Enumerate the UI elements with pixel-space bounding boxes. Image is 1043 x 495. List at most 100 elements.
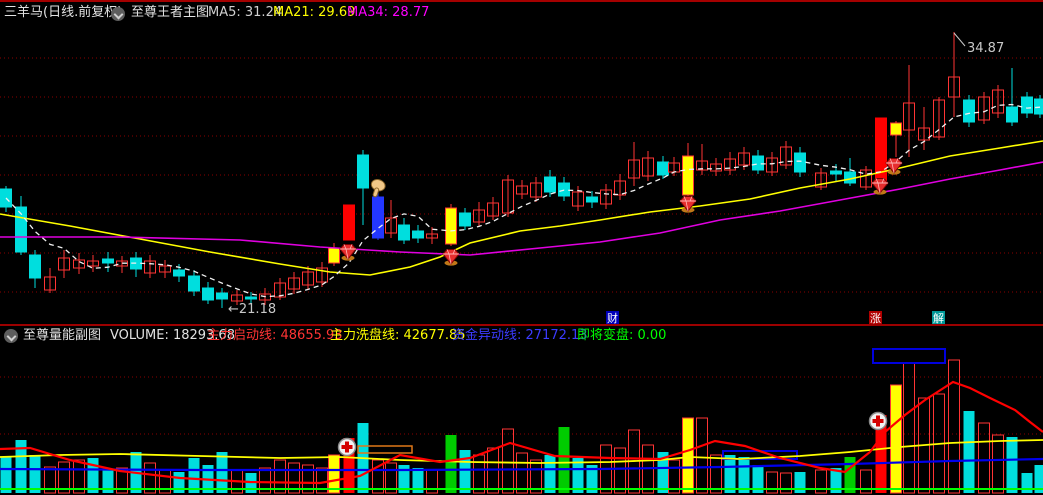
candle [44, 268, 56, 293]
volume-bar [724, 455, 736, 493]
candle [487, 197, 499, 220]
candle [752, 150, 764, 174]
candle [1021, 92, 1033, 118]
chevron-down-icon[interactable] [4, 329, 18, 343]
candle [473, 202, 485, 227]
zijin-yidong-value: 资金异动线: 27172.13 [452, 328, 588, 343]
volume-bar [890, 384, 902, 494]
volume-bar [844, 457, 856, 493]
trading-app-window: 三羊马(日线.前复权) 至尊王者主图 MA5: 31.24 MA21: 29.6… [0, 0, 1043, 495]
sub-chart-header: 至尊量能副图 VOLUME: 18293.68 主力启动线: 48655.93 … [0, 325, 1043, 346]
volume-bar [738, 457, 750, 493]
volume-bar [558, 427, 570, 493]
candle [316, 262, 328, 287]
volume-subchart[interactable] [0, 345, 1043, 495]
volume-bar [502, 428, 514, 494]
low-price-label: ←21.18 [228, 302, 276, 317]
volume-bar [682, 417, 694, 494]
volume-bar [544, 455, 556, 493]
candle [0, 186, 12, 212]
volume-bar [710, 454, 722, 494]
high-pointer-line [953, 32, 966, 47]
candle [15, 196, 27, 255]
candle [696, 144, 708, 175]
volume-bar [459, 450, 471, 493]
candle [385, 200, 397, 238]
candle [724, 152, 736, 175]
candle [600, 184, 612, 209]
candle [288, 272, 300, 294]
jijiang-bianpan-value: 即将变盘: 0.00 [577, 328, 667, 343]
candle [357, 150, 369, 225]
candle [668, 157, 680, 176]
svg-text:解: 解 [933, 311, 944, 324]
candle [710, 158, 722, 176]
candle [890, 121, 902, 157]
candle [343, 204, 355, 241]
blue-marker-box [872, 348, 946, 364]
candle [614, 174, 626, 200]
volume-bar [188, 458, 200, 493]
candle [815, 168, 827, 190]
volume-bar [614, 447, 626, 494]
qidong-line [0, 380, 1043, 485]
event-badge[interactable]: 财 [606, 311, 619, 324]
candle [572, 186, 584, 211]
ma34-value: MA34: 28.77 [347, 5, 430, 20]
zhuli-xipan-value: 主力洗盘线: 42677.85 [330, 328, 466, 343]
buy-cross-icon [337, 437, 357, 457]
volume-bar [963, 411, 975, 493]
volume-bar [445, 435, 457, 493]
volume-bar [696, 417, 708, 494]
candle [159, 260, 171, 278]
volume-bar [473, 454, 485, 494]
candle [445, 204, 457, 246]
candle [978, 92, 990, 124]
gem-icon [679, 196, 697, 213]
candle [963, 95, 975, 127]
volume-bar [903, 362, 915, 494]
candle [130, 252, 142, 277]
candle [398, 218, 410, 244]
candle [530, 177, 542, 202]
hand-icon [370, 179, 386, 198]
candle [794, 147, 806, 177]
candle [558, 177, 570, 201]
gem-icon [871, 178, 889, 195]
event-badge[interactable]: 解 [932, 311, 945, 324]
candle [372, 192, 384, 240]
volume-bar [216, 452, 228, 493]
candle [29, 250, 41, 288]
candle [918, 107, 930, 150]
candle [1034, 95, 1043, 118]
volume-bar [516, 452, 528, 494]
candle [516, 180, 528, 199]
candle [144, 255, 156, 278]
svg-text:涨: 涨 [870, 312, 881, 324]
candle [844, 158, 856, 186]
yidong-line [0, 457, 1043, 472]
main-price-chart[interactable]: 34.87 ←21.18 财 涨 解 [0, 23, 1043, 324]
gem-icon [339, 244, 357, 261]
candle [860, 166, 872, 190]
candle [412, 225, 424, 243]
ma21-value: MA21: 29.69 [273, 5, 356, 20]
ma5-value: MA5: 31.24 [208, 5, 283, 20]
zhuli-qidong-value: 主力启动线: 48655.93 [207, 328, 343, 343]
chevron-down-icon[interactable] [111, 7, 125, 21]
main-chart-header: 三羊马(日线.前复权) 至尊王者主图 MA5: 31.24 MA21: 29.6… [0, 2, 1043, 23]
candle [642, 151, 654, 181]
buy-cross-icon [868, 411, 888, 431]
svg-text:财: 财 [607, 311, 618, 324]
xipan-line [0, 439, 1043, 464]
candle [216, 288, 228, 308]
symbol-title: 三羊马(日线.前复权) [4, 5, 123, 20]
candle [628, 142, 640, 186]
gem-icon [442, 249, 460, 266]
candle [102, 252, 114, 272]
candle [87, 255, 99, 272]
event-badge[interactable]: 涨 [869, 311, 882, 324]
candle [188, 270, 200, 296]
volume-bar [0, 457, 12, 493]
main-indicator-name: 至尊王者主图 [131, 5, 210, 20]
